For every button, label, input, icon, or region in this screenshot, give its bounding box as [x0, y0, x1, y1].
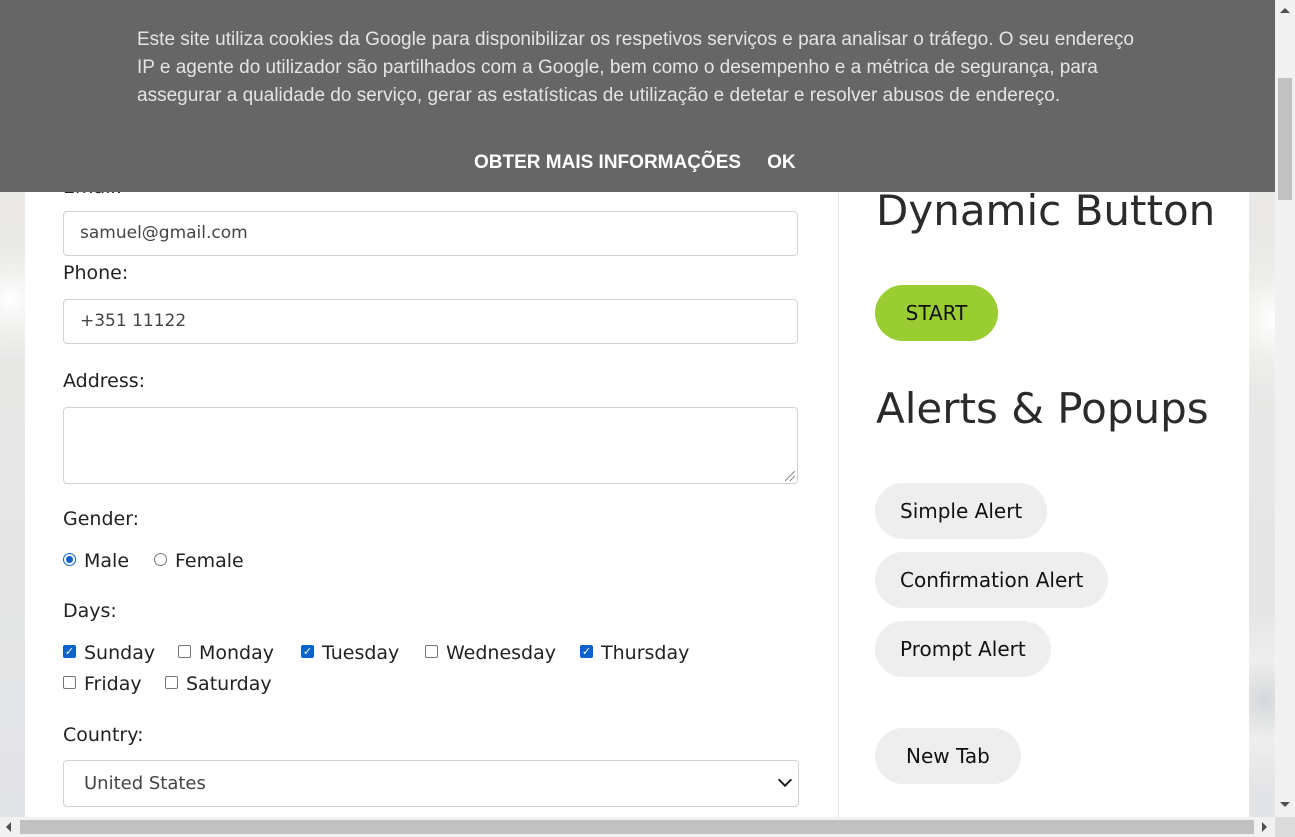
- day-saturday-label: Saturday: [186, 673, 272, 695]
- day-sunday-label: Sunday: [84, 642, 156, 664]
- resize-handle-icon[interactable]: [785, 471, 795, 481]
- day-sunday[interactable]: ✓ Sunday: [63, 642, 155, 664]
- checkbox-sunday[interactable]: ✓: [63, 644, 76, 658]
- day-tuesday-label: Tuesday: [322, 642, 400, 664]
- checkbox-saturday[interactable]: [165, 675, 178, 689]
- day-wednesday-label: Wednesday: [446, 642, 557, 664]
- email-field[interactable]: samuel@gmail.com: [63, 211, 798, 256]
- checkbox-monday[interactable]: [178, 644, 191, 658]
- day-thursday[interactable]: ✓ Thursday: [580, 642, 689, 664]
- phone-field[interactable]: +351 11122: [63, 299, 798, 344]
- gender-male-label: Male: [84, 550, 130, 572]
- day-thursday-label: Thursday: [601, 642, 690, 664]
- more-info-link[interactable]: OBTER MAIS INFORMAÇÕES: [474, 152, 741, 174]
- day-friday[interactable]: Friday: [63, 673, 142, 695]
- day-monday-label: Monday: [199, 642, 275, 664]
- alerts-popups-heading: Alerts & Popups: [876, 384, 1209, 433]
- dynamic-button-heading: Dynamic Button: [876, 186, 1216, 235]
- checkbox-wednesday[interactable]: [425, 644, 438, 658]
- scroll-up-arrow-icon[interactable]: [1280, 8, 1290, 13]
- country-select[interactable]: United States: [63, 760, 799, 807]
- checkbox-friday[interactable]: [63, 675, 76, 689]
- ok-button[interactable]: OK: [767, 152, 796, 174]
- gender-label: Gender:: [63, 508, 140, 530]
- day-friday-label: Friday: [84, 673, 142, 695]
- country-selected-value: United States: [84, 773, 206, 794]
- confirmation-alert-button[interactable]: Confirmation Alert: [875, 552, 1109, 608]
- radio-male[interactable]: [63, 552, 76, 566]
- start-button[interactable]: START: [875, 285, 998, 341]
- address-label: Address:: [63, 370, 146, 392]
- day-monday[interactable]: Monday: [178, 642, 274, 664]
- scroll-right-arrow-icon[interactable]: [1262, 822, 1267, 832]
- cookie-banner-text: Este site utiliza cookies da Google para…: [137, 29, 1134, 106]
- day-tuesday[interactable]: ✓ Tuesday: [301, 642, 399, 664]
- checkbox-thursday[interactable]: ✓: [580, 644, 593, 658]
- radio-female[interactable]: [154, 552, 167, 566]
- address-textarea[interactable]: [63, 407, 798, 484]
- day-saturday[interactable]: Saturday: [165, 673, 272, 695]
- new-tab-button[interactable]: New Tab: [875, 728, 1021, 784]
- scroll-down-arrow-icon[interactable]: [1280, 802, 1290, 807]
- phone-label: Phone:: [63, 262, 129, 284]
- simple-alert-button[interactable]: Simple Alert: [875, 483, 1048, 539]
- horizontal-scrollbar-thumb[interactable]: [20, 820, 1254, 834]
- scroll-left-arrow-icon[interactable]: [6, 822, 11, 832]
- checkbox-tuesday[interactable]: ✓: [301, 644, 314, 658]
- country-label: Country:: [63, 724, 144, 746]
- cookie-banner: Este site utiliza cookies da Google para…: [0, 0, 1275, 192]
- day-wednesday[interactable]: Wednesday: [425, 642, 556, 664]
- cookie-banner-actions: OBTER MAIS INFORMAÇÕES OK: [474, 152, 796, 174]
- vertical-scrollbar-thumb[interactable]: [1278, 78, 1292, 200]
- days-label: Days:: [63, 600, 117, 622]
- chevron-down-icon: [777, 772, 793, 788]
- gender-female-label: Female: [175, 550, 244, 572]
- gender-option-male[interactable]: Male: [63, 550, 129, 572]
- scrollbar-corner: [1275, 817, 1295, 837]
- gender-option-female[interactable]: Female: [154, 550, 244, 572]
- prompt-alert-button[interactable]: Prompt Alert: [875, 621, 1051, 677]
